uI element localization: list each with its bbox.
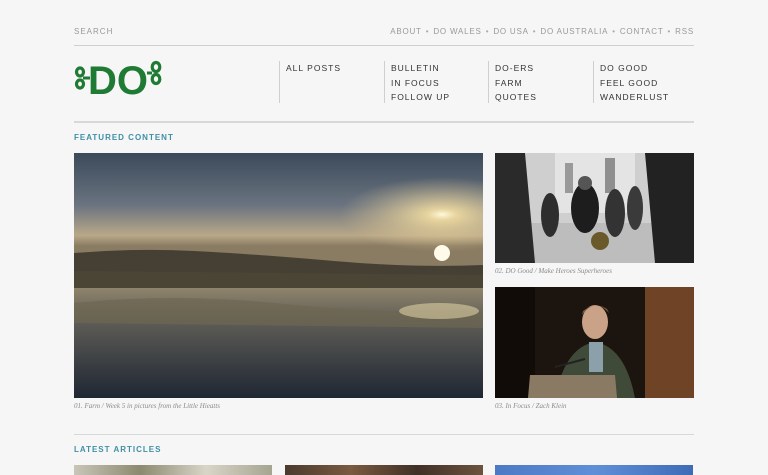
featured-image-speaker[interactable]	[495, 287, 694, 398]
nav-column-2: BULLETIN IN FOCUS FOLLOW UP	[384, 61, 450, 103]
featured-caption-2[interactable]: 02. DO Good / Make Heroes Superheroes	[495, 267, 612, 275]
nav-item-do-good[interactable]: DO GOOD	[600, 61, 669, 76]
nav-item-follow-up[interactable]: FOLLOW UP	[391, 90, 450, 105]
do-logo[interactable]: DO	[74, 56, 164, 100]
featured-caption-3[interactable]: 03. In Focus / Zach Klein	[495, 402, 567, 410]
section-divider	[74, 434, 694, 435]
topnav-do-wales[interactable]: DO WALES	[433, 27, 481, 36]
header-divider	[74, 45, 694, 46]
nav-item-quotes[interactable]: QUOTES	[495, 90, 537, 105]
separator: •	[485, 26, 490, 36]
featured-image-sunset-river[interactable]	[74, 153, 483, 398]
nav-item-wanderlust[interactable]: WANDERLUST	[600, 90, 669, 105]
nav-item-farm[interactable]: FARM	[495, 76, 537, 91]
nav-item-in-focus[interactable]: IN FOCUS	[391, 76, 450, 91]
logo-text: DO	[88, 59, 148, 100]
topnav-rss[interactable]: RSS	[675, 27, 694, 36]
featured-image-crowd[interactable]	[495, 153, 694, 263]
topnav-do-usa[interactable]: DO USA	[493, 27, 528, 36]
latest-article-thumbnail[interactable]	[74, 465, 272, 475]
separator: •	[425, 26, 430, 36]
nav-column-1: ALL POSTS	[279, 61, 341, 103]
search-link[interactable]: SEARCH	[74, 27, 113, 36]
nav-divider	[74, 121, 694, 123]
latest-articles-heading: LATEST ARTICLES	[74, 445, 162, 454]
latest-article-thumbnail[interactable]	[285, 465, 483, 475]
separator: •	[612, 26, 616, 36]
top-nav: ABOUT • DO WALES • DO USA • DO AUSTRALIA…	[390, 27, 694, 36]
nav-item-all-posts[interactable]: ALL POSTS	[286, 61, 341, 76]
topnav-contact[interactable]: CONTACT	[620, 27, 664, 36]
featured-content-heading: FEATURED CONTENT	[74, 133, 174, 142]
topnav-do-australia[interactable]: DO AUSTRALIA	[540, 27, 608, 36]
top-bar: SEARCH ABOUT • DO WALES • DO USA • DO AU…	[74, 24, 694, 38]
nav-column-3: DO-ERS FARM QUOTES	[488, 61, 537, 103]
nav-item-feel-good[interactable]: FEEL GOOD	[600, 76, 669, 91]
topnav-about[interactable]: ABOUT	[390, 27, 422, 36]
nav-item-bulletin[interactable]: BULLETIN	[391, 61, 450, 76]
latest-article-thumbnail[interactable]	[495, 465, 693, 475]
separator: •	[667, 26, 672, 36]
nav-item-do-ers[interactable]: DO-ERS	[495, 61, 537, 76]
nav-column-4: DO GOOD FEEL GOOD WANDERLUST	[593, 61, 669, 103]
featured-caption-1[interactable]: 01. Farm / Week 5 in pictures from the L…	[74, 402, 220, 410]
separator: •	[532, 26, 537, 36]
